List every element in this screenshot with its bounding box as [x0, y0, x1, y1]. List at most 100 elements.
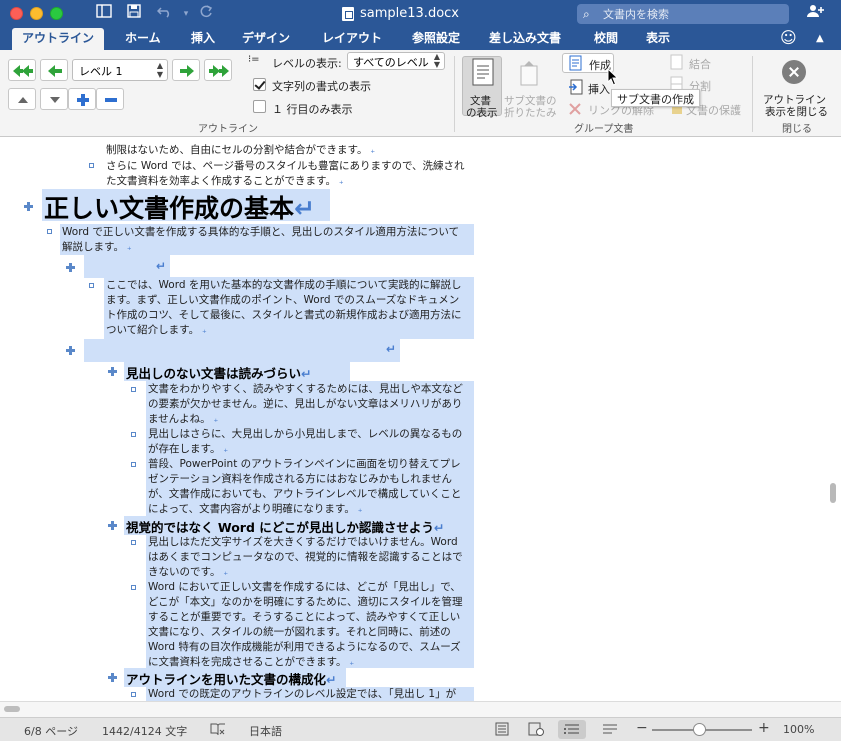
double-right-arrow-icon	[209, 65, 229, 77]
sidebar-toggle-icon[interactable]	[94, 4, 114, 24]
undo-icon[interactable]	[155, 4, 175, 24]
insert-subdocument-icon[interactable]	[568, 79, 584, 99]
minimize-window-button[interactable]	[30, 7, 43, 20]
title-bar: ▾ sample13.docx ⌕	[0, 0, 841, 28]
share-user-icon[interactable]	[806, 4, 826, 24]
redo-icon[interactable]	[196, 4, 216, 24]
triangle-up-icon	[18, 97, 28, 103]
outline-level-select[interactable]: レベル 1 ▲ ▼	[72, 59, 168, 81]
close-outline-label-2[interactable]: 表示を閉じる	[765, 104, 828, 119]
document-area[interactable]: 制限はないため、自由にセルの分割や結合ができます。 ₊ さらに Word では、…	[0, 137, 841, 701]
create-subdocument-tooltip: サブ文書の作成	[611, 89, 700, 107]
outline-body-text: 普段、PowerPoint のアウトラインペインに画面を切り替えてプレ	[148, 458, 461, 470]
show-formatting-label: 文字列の書式の表示	[272, 80, 371, 93]
status-bar: 6/8 ページ 1442/4124 文字 日本語 − + 100%	[0, 717, 841, 741]
outline-level-value: レベル 1	[79, 65, 123, 78]
right-arrow-icon	[180, 65, 194, 77]
promote-button[interactable]	[40, 59, 68, 81]
tab-mailings[interactable]: 差し込み文書	[479, 28, 571, 50]
outline-group-label: アウトライン	[198, 124, 258, 135]
outline-body-text: 制限はないため、自由にセルの分割や結合ができます。 ₊	[106, 144, 376, 156]
tab-design[interactable]: デザイン	[232, 28, 300, 50]
tab-insert[interactable]: 挿入	[181, 28, 225, 50]
outline-body-text: 文書になり、スタイルの統一が図れます。それと同時に、前述の	[148, 626, 451, 638]
body-bullet-icon[interactable]	[47, 229, 52, 234]
tab-home[interactable]: ホーム	[115, 28, 171, 50]
outline-heading-2: 見出しのない文書は読みづらい↵	[126, 366, 312, 381]
horizontal-scrollbar-thumb[interactable]	[4, 706, 20, 712]
ribbon-tab-bar: アウトライン ホーム 挿入 デザイン レイアウト 参照設定 差し込み文書 校閲 …	[0, 28, 841, 50]
close-outline-view-icon[interactable]	[782, 60, 806, 84]
heading-expand-icon[interactable]	[66, 346, 75, 355]
body-bullet-icon[interactable]	[131, 540, 136, 545]
close-group-label: 閉じる	[782, 124, 812, 135]
web-layout-view-icon[interactable]	[528, 722, 544, 736]
undo-dropdown-icon[interactable]: ▾	[176, 4, 196, 24]
zoom-in-icon[interactable]: +	[758, 720, 770, 736]
body-bullet-icon[interactable]	[89, 163, 94, 168]
smiley-feedback-icon[interactable]: ☺	[770, 27, 807, 49]
heading-expand-icon[interactable]	[108, 673, 117, 682]
merge-subdocument-icon[interactable]	[670, 54, 684, 74]
show-level-select[interactable]: すべてのレベル ▲ ▼	[347, 52, 445, 70]
vertical-scrollbar-thumb[interactable]	[830, 483, 836, 503]
expand-button[interactable]	[68, 88, 96, 110]
word-count[interactable]: 1442/4124 文字	[102, 723, 187, 739]
collapse-subdocuments-icon[interactable]	[518, 60, 540, 90]
master-document-group-label: グループ文書	[574, 124, 634, 135]
heading-expand-icon[interactable]	[66, 263, 75, 272]
search-box[interactable]: ⌕	[577, 4, 789, 24]
horizontal-scrollbar[interactable]	[0, 701, 841, 717]
collapse-button[interactable]	[96, 88, 124, 110]
collapse-ribbon-icon[interactable]: ▲	[806, 28, 834, 50]
body-bullet-icon[interactable]	[131, 462, 136, 467]
heading-expand-icon[interactable]	[24, 202, 33, 211]
close-window-button[interactable]	[10, 7, 23, 20]
heading-expand-icon[interactable]	[108, 367, 117, 376]
demote-button[interactable]	[172, 59, 200, 81]
draft-view-icon[interactable]	[602, 722, 618, 736]
save-icon[interactable]	[124, 4, 144, 24]
outline-heading-1: 正しい文書作成の基本↵	[44, 194, 315, 223]
proofing-book-icon[interactable]	[210, 722, 226, 736]
body-bullet-icon[interactable]	[131, 432, 136, 437]
merge-subdocument-label[interactable]: 結合	[689, 56, 711, 72]
outline-body-text: ゼンテーション資料を作成される方にはおなじみかもしれません	[148, 473, 452, 485]
tab-references[interactable]: 参照設定	[402, 28, 470, 50]
left-arrow-icon	[48, 65, 62, 77]
updown-arrows-icon: ▲ ▼	[156, 61, 163, 79]
body-bullet-icon[interactable]	[131, 692, 136, 697]
outline-view-button[interactable]	[558, 720, 586, 739]
triangle-down-icon	[50, 97, 60, 103]
tab-review[interactable]: 校閲	[584, 28, 628, 50]
tab-outline[interactable]: アウトライン	[12, 28, 105, 50]
move-down-button[interactable]	[40, 88, 68, 110]
heading-expand-icon[interactable]	[108, 521, 117, 530]
maximize-window-button[interactable]	[50, 7, 63, 20]
body-bullet-icon[interactable]	[131, 387, 136, 392]
outline-body-text: の要素が欠かせません。逆に、見出しがない文章はメリハリがあり	[148, 398, 463, 410]
move-up-button[interactable]	[8, 88, 36, 110]
show-formatting-checkbox[interactable]	[253, 78, 266, 91]
outline-heading-2: 視覚的ではなく Word にどこが見出しか認識させよう↵	[126, 520, 445, 535]
show-level-value: すべてのレベル	[353, 56, 429, 69]
zoom-level[interactable]: 100%	[783, 723, 814, 736]
tab-layout[interactable]: レイアウト	[312, 28, 392, 50]
zoom-out-icon[interactable]: −	[636, 720, 648, 736]
body-bullet-icon[interactable]	[131, 585, 136, 590]
empty-heading-return-mark: ↵	[386, 342, 397, 356]
tab-view[interactable]: 表示	[636, 28, 680, 50]
demote-to-body-button[interactable]	[204, 59, 232, 81]
search-input[interactable]	[603, 6, 783, 22]
outline-body-text: ト作成のコツ、そして最後に、スタイルと書式の新規作成および適用方法に	[106, 309, 462, 321]
outline-body-text: 解説します。 ₊	[62, 241, 132, 253]
language-indicator[interactable]: 日本語	[249, 723, 282, 739]
print-layout-view-icon[interactable]	[494, 722, 510, 736]
body-bullet-icon[interactable]	[89, 283, 94, 288]
page-count[interactable]: 6/8 ページ	[24, 723, 78, 739]
unlink-subdocument-icon[interactable]	[568, 101, 582, 120]
zoom-slider-thumb[interactable]	[692, 723, 706, 736]
first-line-only-checkbox[interactable]	[253, 100, 266, 113]
promote-to-heading1-button[interactable]	[8, 59, 36, 81]
outline-body-text: Word 特有の目次作成機能が利用できるようになるので、スムーズ	[148, 641, 461, 653]
